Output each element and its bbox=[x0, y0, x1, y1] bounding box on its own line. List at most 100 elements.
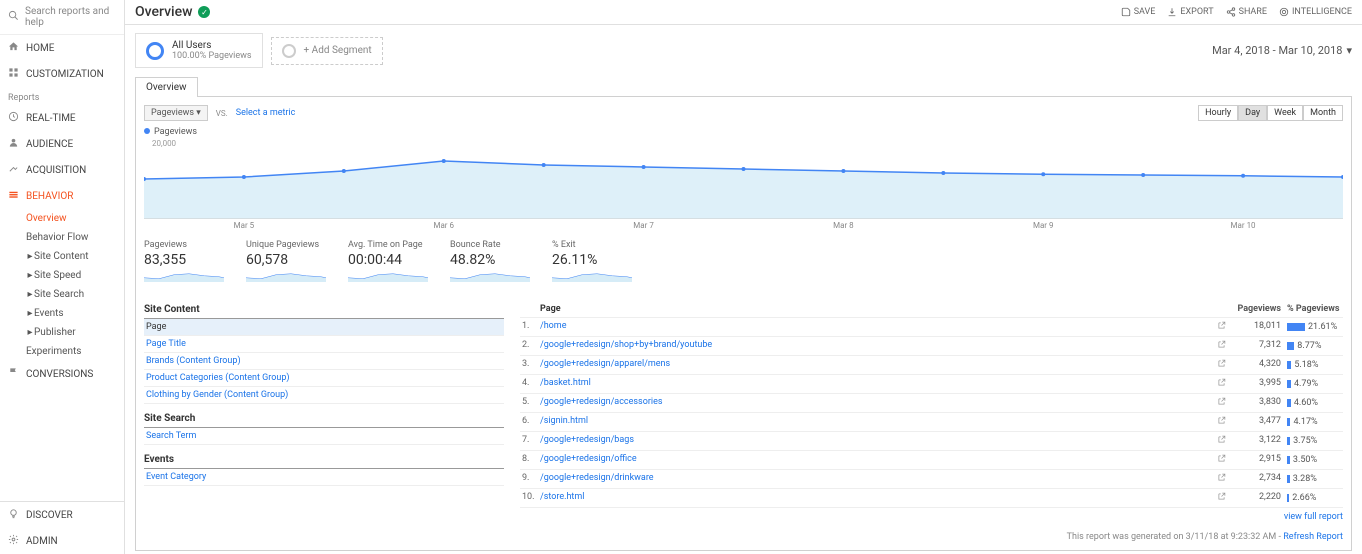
list-item[interactable]: Search Term bbox=[144, 428, 504, 445]
pageviews-pct: 3.75% bbox=[1281, 435, 1341, 447]
row-index: 7. bbox=[522, 435, 540, 447]
yaxis-label: 20,000 bbox=[152, 139, 176, 148]
header: Overview ✓ SAVE EXPORT SHARE INTELLIGENC… bbox=[125, 0, 1362, 25]
pageviews-value: 3,995 bbox=[1231, 378, 1281, 390]
scorecard-value: 60,578 bbox=[246, 252, 336, 268]
sidebar-sub-sitespeed[interactable]: ▸Site Speed bbox=[0, 266, 124, 285]
page-title: Overview bbox=[135, 4, 192, 20]
pageviews-pct: 8.77% bbox=[1281, 340, 1341, 352]
verified-icon: ✓ bbox=[198, 6, 210, 18]
pageviews-value: 2,220 bbox=[1231, 492, 1281, 504]
export-button[interactable]: EXPORT bbox=[1167, 7, 1213, 17]
date-range-picker[interactable]: Mar 4, 2018 - Mar 10, 2018 ▾ bbox=[1212, 44, 1352, 57]
sidebar-sub-overview[interactable]: Overview bbox=[0, 209, 124, 228]
sidebar-item-customization[interactable]: CUSTOMIZATION bbox=[0, 61, 124, 87]
sidebar-sub-publisher[interactable]: ▸Publisher bbox=[0, 323, 124, 342]
scorecard[interactable]: Bounce Rate 48.82% bbox=[450, 240, 540, 285]
page-url-link[interactable]: /store.html bbox=[540, 492, 1217, 504]
open-icon[interactable] bbox=[1217, 416, 1231, 428]
gran-week[interactable]: Week bbox=[1267, 105, 1303, 121]
scorecard-label: Pageviews bbox=[144, 240, 234, 250]
footer-note: This report was generated on 3/11/18 at … bbox=[144, 532, 1343, 542]
scorecard[interactable]: Pageviews 83,355 bbox=[144, 240, 234, 285]
sidebar-item-audience[interactable]: AUDIENCE bbox=[0, 131, 124, 157]
gran-month[interactable]: Month bbox=[1303, 105, 1343, 121]
sidebar-item-conversions[interactable]: CONVERSIONS bbox=[0, 361, 124, 387]
open-icon[interactable] bbox=[1217, 340, 1231, 352]
intelligence-button[interactable]: INTELLIGENCE bbox=[1279, 7, 1352, 17]
sidebar-item-admin[interactable]: ADMIN bbox=[0, 528, 124, 554]
view-full-report-link[interactable]: view full report bbox=[520, 508, 1343, 526]
open-icon[interactable] bbox=[1217, 321, 1231, 333]
open-icon[interactable] bbox=[1217, 473, 1231, 485]
scorecard-value: 26.11% bbox=[552, 252, 642, 268]
open-icon[interactable] bbox=[1217, 492, 1231, 504]
list-item[interactable]: Product Categories (Content Group) bbox=[144, 370, 504, 387]
page-url-link[interactable]: /google+redesign/drinkware bbox=[540, 473, 1217, 485]
save-button[interactable]: SAVE bbox=[1121, 7, 1156, 17]
metric-row: Pageviews ▾ VS. Select a metric Hourly D… bbox=[144, 105, 1343, 121]
table-row: 7. /google+redesign/bags 3,122 3.75% bbox=[520, 432, 1343, 451]
pageviews-value: 3,830 bbox=[1231, 397, 1281, 409]
list-item[interactable]: Brands (Content Group) bbox=[144, 353, 504, 370]
sidebar-sub-behaviorflow[interactable]: Behavior Flow bbox=[0, 228, 124, 247]
scorecard[interactable]: Unique Pageviews 60,578 bbox=[246, 240, 336, 285]
sidebar-item-discover[interactable]: DISCOVER bbox=[0, 502, 124, 528]
page-url-link[interactable]: /basket.html bbox=[540, 378, 1217, 390]
row-index: 8. bbox=[522, 454, 540, 466]
list-item[interactable]: Page bbox=[144, 319, 504, 336]
add-segment[interactable]: + Add Segment bbox=[271, 37, 383, 65]
page-url-link[interactable]: /signin.html bbox=[540, 416, 1217, 428]
row-index: 4. bbox=[522, 378, 540, 390]
flag-icon bbox=[8, 367, 20, 381]
tab-overview[interactable]: Overview bbox=[135, 77, 198, 97]
table-row: 4. /basket.html 3,995 4.79% bbox=[520, 375, 1343, 394]
scorecard[interactable]: % Exit 26.11% bbox=[552, 240, 642, 285]
open-icon[interactable] bbox=[1217, 397, 1231, 409]
page-url-link[interactable]: /home bbox=[540, 321, 1217, 333]
refresh-report-link[interactable]: Refresh Report bbox=[1283, 532, 1343, 542]
main: Overview ✓ SAVE EXPORT SHARE INTELLIGENC… bbox=[125, 0, 1362, 554]
sidebar-item-home[interactable]: HOME bbox=[0, 35, 124, 61]
chevron-down-icon: ▾ bbox=[1346, 44, 1352, 57]
open-icon[interactable] bbox=[1217, 359, 1231, 371]
tables-row: Site Content Page Page Title Brands (Con… bbox=[144, 301, 1343, 526]
xaxis-tick: Mar 8 bbox=[743, 221, 943, 230]
tabs: Overview bbox=[135, 76, 1352, 97]
list-item[interactable]: Page Title bbox=[144, 336, 504, 353]
list-item[interactable]: Event Category bbox=[144, 469, 504, 486]
sidebar-sub-experiments[interactable]: Experiments bbox=[0, 342, 124, 361]
scorecard-label: Bounce Rate bbox=[450, 240, 540, 250]
granularity-buttons: Hourly Day Week Month bbox=[1198, 105, 1343, 121]
clock-icon bbox=[8, 111, 20, 125]
list-item[interactable]: Clothing by Gender (Content Group) bbox=[144, 387, 504, 404]
sidebar-item-behavior[interactable]: BEHAVIOR bbox=[0, 183, 124, 209]
open-icon[interactable] bbox=[1217, 454, 1231, 466]
row-index: 6. bbox=[522, 416, 540, 428]
sidebar-sub-sitesearch[interactable]: ▸Site Search bbox=[0, 285, 124, 304]
sidebar-sub-sitecontent[interactable]: ▸Site Content bbox=[0, 247, 124, 266]
sidebar-sub-events[interactable]: ▸Events bbox=[0, 304, 124, 323]
pageviews-value: 3,122 bbox=[1231, 435, 1281, 447]
page-url-link[interactable]: /google+redesign/bags bbox=[540, 435, 1217, 447]
select-metric-link[interactable]: Select a metric bbox=[236, 108, 296, 118]
chart-xaxis: Mar 5Mar 6Mar 7Mar 8Mar 9Mar 10 bbox=[144, 221, 1343, 230]
sidebar-item-acquisition[interactable]: ACQUISITION bbox=[0, 157, 124, 183]
page-url-link[interactable]: /google+redesign/accessories bbox=[540, 397, 1217, 409]
segment-all-users[interactable]: All Users 100.00% Pageviews bbox=[135, 33, 263, 68]
acquisition-icon bbox=[8, 163, 20, 177]
open-icon[interactable] bbox=[1217, 435, 1231, 447]
page-url-link[interactable]: /google+redesign/shop+by+brand/youtube bbox=[540, 340, 1217, 352]
sidebar-item-realtime[interactable]: REAL-TIME bbox=[0, 105, 124, 131]
share-button[interactable]: SHARE bbox=[1226, 7, 1267, 17]
open-icon[interactable] bbox=[1217, 378, 1231, 390]
page-url-link[interactable]: /google+redesign/office bbox=[540, 454, 1217, 466]
xaxis-tick: Mar 7 bbox=[544, 221, 744, 230]
gran-hourly[interactable]: Hourly bbox=[1198, 105, 1238, 121]
metric-selector[interactable]: Pageviews ▾ bbox=[144, 105, 208, 121]
page-url-link[interactable]: /google+redesign/apparel/mens bbox=[540, 359, 1217, 371]
search[interactable]: Search reports and help bbox=[0, 0, 124, 35]
gran-day[interactable]: Day bbox=[1238, 105, 1267, 121]
page-table-header: Page Pageviews % Pageviews bbox=[520, 301, 1343, 318]
scorecard[interactable]: Avg. Time on Page 00:00:44 bbox=[348, 240, 438, 285]
